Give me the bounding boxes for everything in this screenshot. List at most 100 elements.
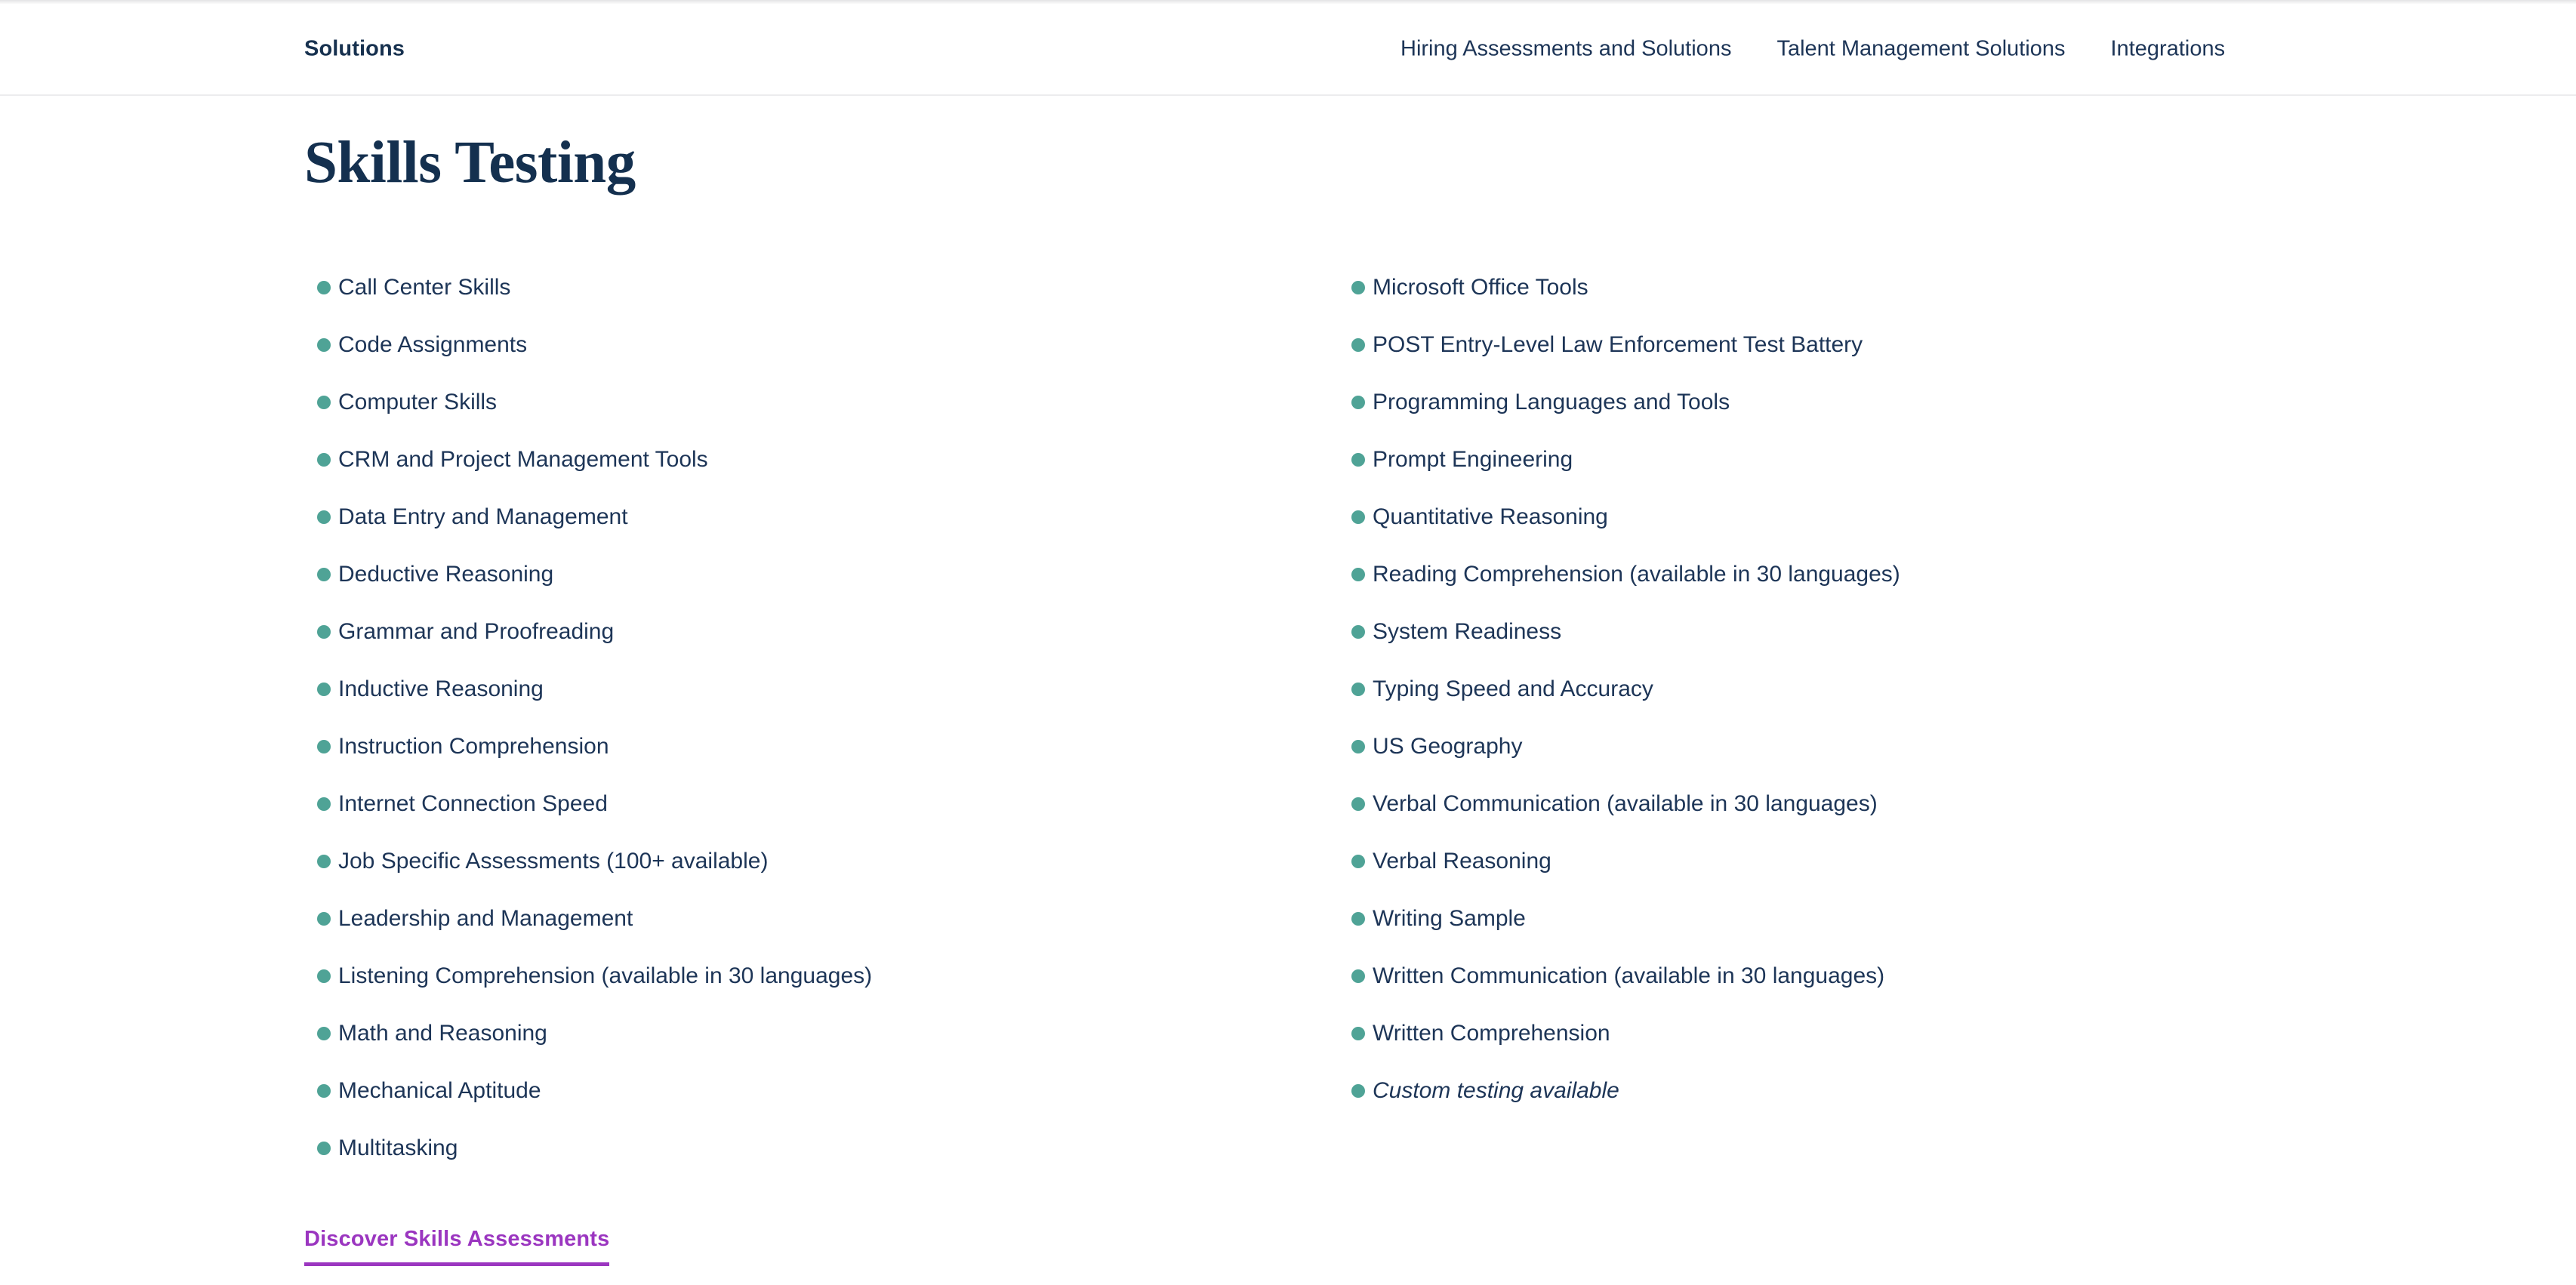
- brand-solutions-link[interactable]: Solutions: [304, 37, 405, 62]
- bullet-dot-icon: [1351, 338, 1365, 352]
- bullet-dot-icon: [317, 912, 331, 926]
- skill-label: Typing Speed and Accuracy: [1373, 676, 1653, 701]
- bullet-dot-icon: [1351, 281, 1365, 294]
- bullet-dot-icon: [317, 797, 331, 811]
- main-content: Skills Testing Call Center Skills Code As…: [0, 97, 2576, 1285]
- nav-item-hiring-assessments-and-solutions[interactable]: Hiring Assessments and Solutions: [1400, 37, 1731, 62]
- skill-list-item: Mechanical Aptitude: [317, 1077, 1336, 1135]
- bullet-dot-icon: [317, 1027, 331, 1040]
- cta-container: Discover Skills Assessments: [304, 1227, 610, 1266]
- skill-list-item: Writing Sample: [1351, 905, 2408, 963]
- skill-label: Written Comprehension: [1373, 1021, 1610, 1046]
- skill-label: CRM and Project Management Tools: [338, 447, 708, 472]
- skill-list-item: Reading Comprehension (available in 30 l…: [1351, 561, 2408, 618]
- bullet-dot-icon: [1351, 797, 1365, 811]
- skill-list-item: Leadership and Management: [317, 905, 1336, 963]
- bullet-dot-icon: [317, 281, 331, 294]
- bullet-dot-icon: [317, 625, 331, 639]
- bullet-dot-icon: [1351, 855, 1365, 868]
- skill-list-item: Typing Speed and Accuracy: [1351, 676, 2408, 733]
- skill-label: Reading Comprehension (available in 30 l…: [1373, 562, 1900, 587]
- bullet-dot-icon: [317, 855, 331, 868]
- skill-list-item: US Geography: [1351, 733, 2408, 790]
- skills-list-left: Call Center Skills Code Assignments Comput…: [317, 274, 1336, 1192]
- skill-label: Code Assignments: [338, 332, 528, 357]
- skill-label: Grammar and Proofreading: [338, 619, 615, 644]
- bullet-dot-icon: [317, 969, 331, 983]
- bullet-dot-icon: [317, 396, 331, 409]
- skill-label: Verbal Communication (available in 30 la…: [1373, 791, 1878, 816]
- skill-list-item: Written Communication (available in 30 l…: [1351, 963, 2408, 1020]
- page-root: Solutions Hiring Assessments and Solutio…: [0, 0, 2576, 1285]
- bullet-dot-icon: [317, 1142, 331, 1155]
- bullet-dot-icon: [1351, 1027, 1365, 1040]
- skill-list-item: Job Specific Assessments (100+ available…: [317, 848, 1336, 905]
- skill-list-item: Code Assignments: [317, 331, 1336, 389]
- skill-label: Job Specific Assessments (100+ available…: [338, 849, 769, 874]
- skill-list-item: CRM and Project Management Tools: [317, 446, 1336, 504]
- skill-list-item: Quantitative Reasoning: [1351, 504, 2408, 561]
- skills-columns: Call Center Skills Code Assignments Comput…: [0, 274, 2576, 1192]
- skill-label: Deductive Reasoning: [338, 562, 554, 587]
- skill-list-item: Microsoft Office Tools: [1351, 274, 2408, 331]
- skill-list-item: Verbal Communication (available in 30 la…: [1351, 790, 2408, 848]
- bullet-dot-icon: [1351, 396, 1365, 409]
- bullet-dot-icon: [317, 740, 331, 753]
- skill-list-item: Programming Languages and Tools: [1351, 389, 2408, 446]
- skill-list-item: Grammar and Proofreading: [317, 618, 1336, 676]
- skill-list-item: Internet Connection Speed: [317, 790, 1336, 848]
- skill-label: Math and Reasoning: [338, 1021, 547, 1046]
- site-header: Solutions Hiring Assessments and Solutio…: [0, 4, 2576, 96]
- skill-list-item: POST Entry-Level Law Enforcement Test Ba…: [1351, 331, 2408, 389]
- bullet-dot-icon: [1351, 1084, 1365, 1098]
- skill-label: Custom testing available: [1373, 1078, 1619, 1103]
- skill-list-item: System Readiness: [1351, 618, 2408, 676]
- bullet-dot-icon: [317, 568, 331, 581]
- skill-label: Instruction Comprehension: [338, 734, 609, 759]
- page-title: Skills Testing: [304, 130, 636, 196]
- bullet-dot-icon: [1351, 453, 1365, 467]
- skill-label: Microsoft Office Tools: [1373, 275, 1588, 300]
- skill-list-item: Multitasking: [317, 1135, 1336, 1192]
- skill-list-item: Listening Comprehension (available in 30…: [317, 963, 1336, 1020]
- skill-list-item: Prompt Engineering: [1351, 446, 2408, 504]
- skill-list-item: Deductive Reasoning: [317, 561, 1336, 618]
- skill-list-item: Instruction Comprehension: [317, 733, 1336, 790]
- skill-label: Inductive Reasoning: [338, 676, 544, 701]
- skills-list-right: Microsoft Office Tools POST Entry-Level L…: [1351, 274, 2408, 1192]
- skill-label: Multitasking: [338, 1136, 458, 1160]
- skill-label: Writing Sample: [1373, 906, 1526, 931]
- skill-label: Mechanical Aptitude: [338, 1078, 541, 1103]
- skill-list-item: Data Entry and Management: [317, 504, 1336, 561]
- skill-label: Data Entry and Management: [338, 504, 628, 529]
- bullet-dot-icon: [317, 338, 331, 352]
- skill-list-item: Verbal Reasoning: [1351, 848, 2408, 905]
- skill-label: Call Center Skills: [338, 275, 511, 300]
- skill-label: System Readiness: [1373, 619, 1562, 644]
- skill-list-item: Inductive Reasoning: [317, 676, 1336, 733]
- bullet-dot-icon: [1351, 740, 1365, 753]
- skill-list-item: Written Comprehension: [1351, 1020, 2408, 1077]
- bullet-dot-icon: [1351, 969, 1365, 983]
- bullet-dot-icon: [317, 683, 331, 696]
- skill-label: Programming Languages and Tools: [1373, 390, 1730, 414]
- main-nav: Hiring Assessments and Solutions Talent …: [1400, 37, 2225, 62]
- bullet-dot-icon: [317, 510, 331, 524]
- bullet-dot-icon: [1351, 683, 1365, 696]
- bullet-dot-icon: [1351, 912, 1365, 926]
- nav-item-integrations[interactable]: Integrations: [2111, 37, 2226, 62]
- skill-label: Listening Comprehension (available in 30…: [338, 963, 873, 988]
- nav-item-talent-management-solutions[interactable]: Talent Management Solutions: [1776, 37, 2065, 62]
- skill-label: Prompt Engineering: [1373, 447, 1573, 472]
- skill-list-item: Computer Skills: [317, 389, 1336, 446]
- skill-list-item: Custom testing available: [1351, 1077, 2408, 1135]
- discover-skills-assessments-link[interactable]: Discover Skills Assessments: [304, 1227, 610, 1266]
- bullet-dot-icon: [1351, 510, 1365, 524]
- skill-list-item: Call Center Skills: [317, 274, 1336, 331]
- bullet-dot-icon: [317, 453, 331, 467]
- bullet-dot-icon: [1351, 625, 1365, 639]
- skill-label: US Geography: [1373, 734, 1523, 759]
- bullet-dot-icon: [1351, 568, 1365, 581]
- skill-label: Leadership and Management: [338, 906, 633, 931]
- bullet-dot-icon: [317, 1084, 331, 1098]
